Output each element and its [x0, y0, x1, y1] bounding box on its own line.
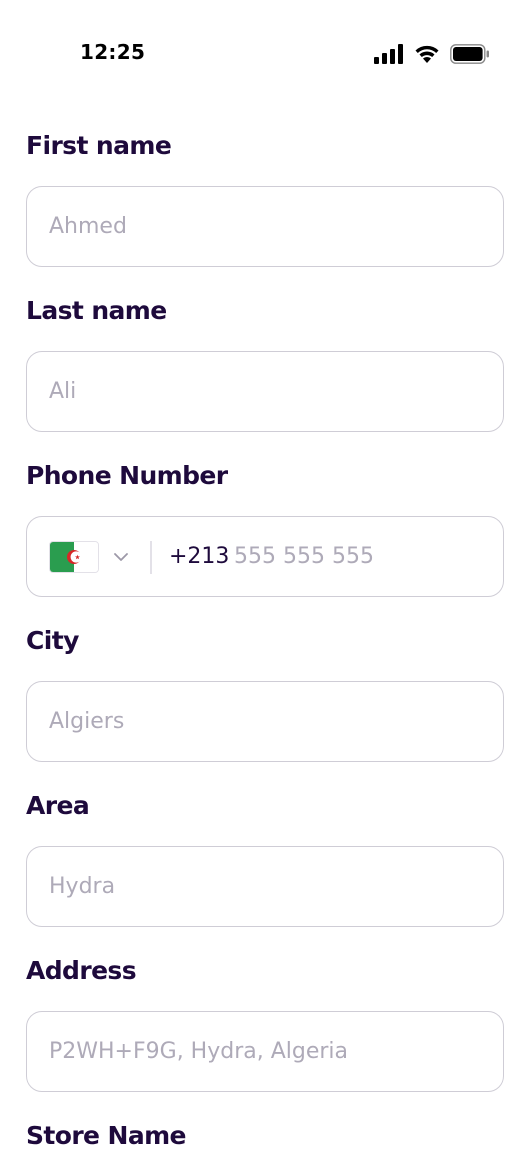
last-name-input[interactable]	[49, 352, 469, 431]
last-name-label: Last name	[26, 296, 167, 325]
algeria-flag-icon	[49, 541, 99, 573]
chevron-down-icon	[113, 547, 129, 566]
area-field[interactable]	[26, 846, 504, 927]
status-icons	[374, 44, 490, 68]
first-name-field[interactable]	[26, 186, 504, 267]
first-name-input[interactable]	[49, 187, 469, 266]
store-name-label: Store Name	[26, 1121, 186, 1150]
dial-code: +213	[169, 517, 229, 596]
first-name-label: First name	[26, 131, 171, 160]
phone-number-field[interactable]: +213	[26, 516, 504, 597]
phone-divider	[150, 541, 152, 574]
area-input[interactable]	[49, 847, 469, 926]
wifi-icon	[414, 44, 440, 68]
address-input[interactable]	[49, 1012, 469, 1091]
last-name-field[interactable]	[26, 351, 504, 432]
battery-icon	[450, 44, 490, 68]
address-field[interactable]	[26, 1011, 504, 1092]
city-field[interactable]	[26, 681, 504, 762]
phone-number-input[interactable]	[234, 517, 484, 596]
address-label: Address	[26, 956, 136, 985]
status-bar: 12:25	[0, 0, 530, 100]
city-label: City	[26, 626, 79, 655]
area-label: Area	[26, 791, 89, 820]
country-code-select[interactable]	[49, 517, 129, 596]
cellular-signal-icon	[374, 44, 404, 68]
status-time: 12:25	[80, 40, 145, 64]
phone-number-label: Phone Number	[26, 461, 228, 490]
city-input[interactable]	[49, 682, 469, 761]
